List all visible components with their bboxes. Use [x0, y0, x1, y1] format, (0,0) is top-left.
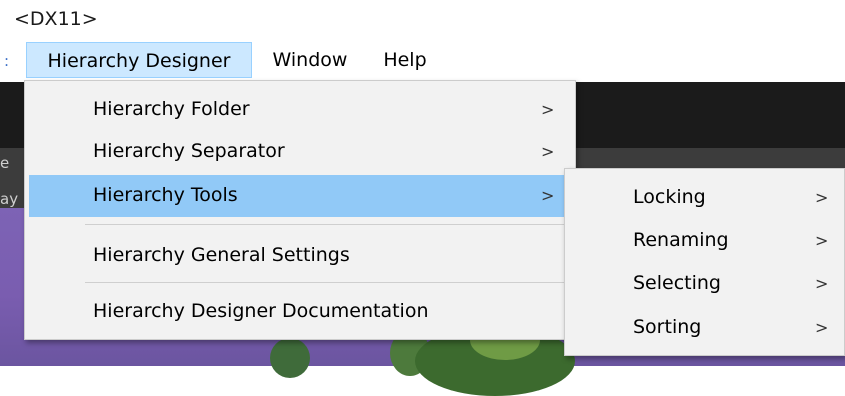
menu-window[interactable]: Window — [256, 42, 364, 78]
editor-edge-text-2: ay — [0, 190, 19, 208]
menu-item-hierarchy-folder[interactable]: Hierarchy Folder > — [29, 89, 571, 131]
submenu-item-locking[interactable]: Locking > — [569, 177, 840, 219]
menu-edge-glyph: : — [4, 52, 10, 70]
chevron-right-icon: > — [815, 188, 829, 207]
menu-item-label: Hierarchy Separator — [93, 140, 285, 162]
submenu-item-label: Renaming — [633, 229, 729, 251]
hierarchy-designer-menu: Hierarchy Folder > Hierarchy Separator >… — [24, 80, 576, 340]
submenu-item-label: Locking — [633, 186, 706, 208]
chevron-right-icon: > — [541, 186, 555, 205]
submenu-item-renaming[interactable]: Renaming > — [569, 220, 840, 262]
menu-item-label: Hierarchy Folder — [93, 98, 250, 120]
hierarchy-tools-submenu: Locking > Renaming > Selecting > Sorting… — [564, 168, 845, 356]
menu-item-hierarchy-separator[interactable]: Hierarchy Separator > — [29, 131, 571, 173]
submenu-item-label: Sorting — [633, 316, 702, 338]
menu-separator — [85, 282, 571, 283]
menu-item-label: Hierarchy General Settings — [93, 244, 350, 266]
menu-item-hierarchy-tools[interactable]: Hierarchy Tools > — [29, 175, 571, 217]
chevron-right-icon: > — [815, 318, 829, 337]
menu-item-hierarchy-designer-documentation[interactable]: Hierarchy Designer Documentation — [29, 291, 571, 333]
chevron-right-icon: > — [541, 142, 555, 161]
menu-separator — [85, 224, 571, 225]
submenu-item-sorting[interactable]: Sorting > — [569, 307, 840, 349]
menu-item-label: Hierarchy Designer Documentation — [93, 300, 429, 322]
chevron-right-icon: > — [815, 274, 829, 293]
chevron-right-icon: > — [815, 231, 829, 250]
menu-help[interactable]: Help — [368, 42, 442, 78]
menu-hierarchy-designer[interactable]: Hierarchy Designer — [26, 42, 252, 78]
menu-item-label: Hierarchy Tools — [93, 184, 238, 206]
editor-edge-text-1: e — [0, 154, 10, 172]
submenu-item-label: Selecting — [633, 272, 721, 294]
menu-item-hierarchy-general-settings[interactable]: Hierarchy General Settings — [29, 233, 571, 277]
tree-shape — [270, 338, 310, 378]
chevron-right-icon: > — [541, 100, 555, 119]
submenu-item-selecting[interactable]: Selecting > — [569, 263, 840, 305]
window-title: <DX11> — [14, 8, 98, 30]
menu-bar: : Hierarchy Designer Window Help — [0, 40, 845, 80]
title-bar: <DX11> — [0, 0, 845, 40]
